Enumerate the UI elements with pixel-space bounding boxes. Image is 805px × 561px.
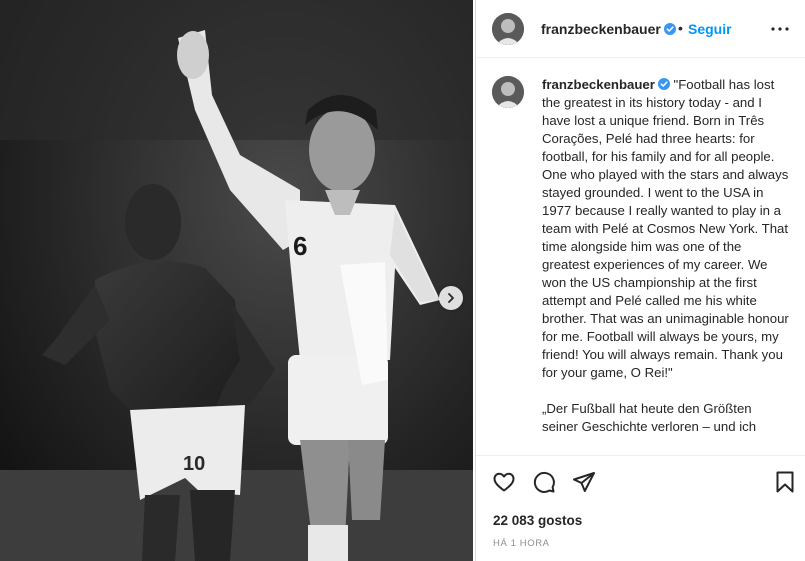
post-media[interactable]: 6 10	[0, 0, 473, 561]
header-username[interactable]: franzbeckenbauer	[541, 21, 676, 37]
heart-icon[interactable]	[492, 470, 516, 494]
separator-dot: •	[678, 20, 683, 36]
caption-area[interactable]: franzbeckenbauer "Football has lost the …	[476, 59, 805, 455]
next-photo-button[interactable]	[439, 286, 463, 310]
caption-username[interactable]: franzbeckenbauer	[542, 77, 655, 92]
action-bar	[492, 470, 596, 494]
post-side-panel: franzbeckenbauer • Seguir franzbeckenbau…	[475, 0, 805, 561]
jersey-number-left: 10	[183, 453, 205, 475]
avatar[interactable]	[492, 13, 524, 45]
caption: franzbeckenbauer "Football has lost the …	[542, 76, 790, 436]
verified-badge-icon	[663, 23, 676, 35]
bookmark-icon[interactable]	[773, 470, 797, 494]
share-icon[interactable]	[572, 470, 596, 494]
comment-icon[interactable]	[532, 470, 556, 494]
post-photo: 6 10	[0, 0, 473, 561]
header-username-text[interactable]: franzbeckenbauer	[541, 21, 661, 37]
post-footer: 22 083 gostos HÁ 1 HORA	[476, 455, 805, 561]
more-horizontal-icon	[771, 27, 789, 31]
caption-text-german: „Der Fußball hat heute den Größten seine…	[542, 401, 757, 434]
caption-text-english: "Football has lost the greatest in its h…	[542, 77, 789, 380]
post: 6 10 franzbeckenbauer • Seguir franzbeck…	[0, 0, 805, 561]
caption-avatar[interactable]	[492, 76, 524, 108]
post-header: franzbeckenbauer • Seguir	[476, 0, 805, 58]
follow-button[interactable]: Seguir	[688, 21, 732, 37]
likes-count[interactable]: 22 083 gostos	[493, 513, 582, 528]
post-timestamp[interactable]: HÁ 1 HORA	[493, 538, 550, 549]
verified-badge-icon	[657, 78, 670, 90]
jersey-number-right: 6	[293, 231, 307, 261]
chevron-right-icon	[448, 293, 454, 303]
more-options-button[interactable]	[768, 19, 792, 39]
